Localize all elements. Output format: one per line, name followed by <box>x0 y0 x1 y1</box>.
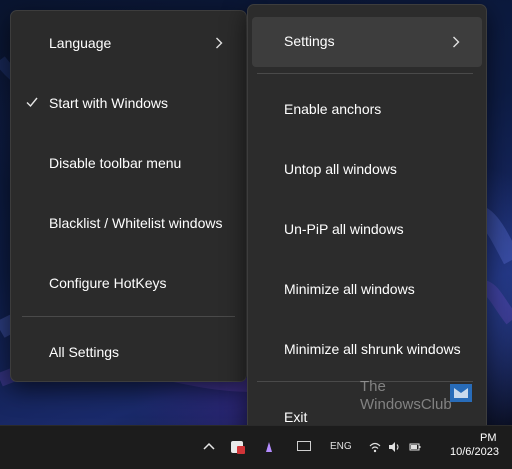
clock-date[interactable]: 10/6/2023 <box>450 446 499 458</box>
menu-item-unpip-all-windows-label: Un-PiP all windows <box>284 221 404 237</box>
menu-item-all-settings-label: All Settings <box>49 344 120 360</box>
app-tray-badge <box>237 446 245 454</box>
checkmark-icon <box>26 97 38 108</box>
menu-item-language-label: Language <box>49 35 112 51</box>
menu-item-exit-label: Exit <box>284 409 308 425</box>
menu-item-blacklist-whitelist[interactable]: Blacklist / Whitelist windows <box>15 201 242 245</box>
menu-item-language[interactable]: Language <box>15 21 242 65</box>
menu-item-settings[interactable]: Settings <box>252 17 482 67</box>
menu-item-start-with-windows[interactable]: Start with Windows <box>15 81 242 125</box>
wifi-icon[interactable] <box>369 441 381 453</box>
clock-time[interactable]: PM <box>480 432 497 444</box>
watermark-line1: The <box>360 378 386 395</box>
menu-separator <box>257 73 473 74</box>
display-icon[interactable] <box>297 441 311 451</box>
menu-item-unpip-all-windows[interactable]: Un-PiP all windows <box>252 207 482 251</box>
menu-item-all-settings[interactable]: All Settings <box>15 330 242 374</box>
menu-item-minimize-all-shrunk-windows-label: Minimize all shrunk windows <box>284 341 461 357</box>
pen-icon[interactable] <box>265 441 273 453</box>
app-tray-icon[interactable] <box>231 441 245 454</box>
menu-item-enable-anchors-label: Enable anchors <box>284 101 382 117</box>
chevron-right-icon <box>216 37 223 49</box>
watermark-line2: WindowsClub <box>360 396 452 413</box>
menu-item-minimize-all-windows[interactable]: Minimize all windows <box>252 267 482 311</box>
battery-icon[interactable] <box>409 441 421 453</box>
menu-item-untop-all-windows-label: Untop all windows <box>284 161 397 177</box>
chevron-right-icon <box>453 36 460 48</box>
menu-item-start-with-windows-label: Start with Windows <box>49 95 169 111</box>
menu-item-minimize-all-windows-label: Minimize all windows <box>284 281 415 297</box>
taskbar: ENG PM <box>0 425 512 469</box>
volume-icon[interactable] <box>388 441 400 453</box>
menu-item-disable-toolbar-menu[interactable]: Disable toolbar menu <box>15 141 242 185</box>
menu-item-minimize-all-shrunk-windows[interactable]: Minimize all shrunk windows <box>252 327 482 371</box>
menu-separator <box>22 316 235 317</box>
windowsclub-logo-icon <box>450 384 472 402</box>
menu-item-configure-hotkeys-label: Configure HotKeys <box>49 275 167 291</box>
menu-item-enable-anchors[interactable]: Enable anchors <box>252 87 482 131</box>
menu-item-configure-hotkeys[interactable]: Configure HotKeys <box>15 261 242 305</box>
menu-item-disable-toolbar-menu-label: Disable toolbar menu <box>49 155 182 171</box>
menu-item-settings-label: Settings <box>284 33 335 49</box>
context-menu-main: Language Start with Windows Disable tool… <box>10 10 247 382</box>
menu-item-blacklist-whitelist-label: Blacklist / Whitelist windows <box>49 215 223 231</box>
chevron-up-icon[interactable] <box>200 438 218 456</box>
watermark: The WindowsClub <box>360 378 480 418</box>
language-indicator[interactable]: ENG <box>330 441 352 452</box>
menu-item-untop-all-windows[interactable]: Untop all windows <box>252 147 482 191</box>
